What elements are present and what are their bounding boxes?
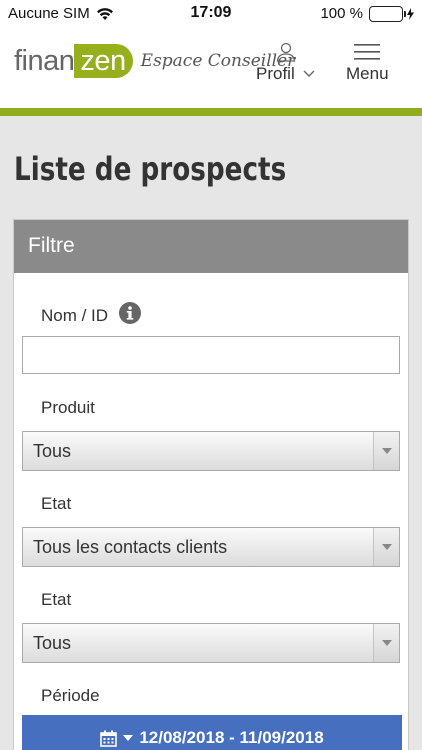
user-icon <box>276 42 295 62</box>
dropdown-arrow-icon <box>373 432 399 470</box>
logo-wordmark: finan zen <box>14 44 133 78</box>
filter-panel: Filtre Nom / ID Produit Tous Etat Tous l… <box>13 219 409 750</box>
dropdown-arrow-icon <box>373 624 399 662</box>
product-select[interactable]: Tous <box>22 431 400 471</box>
caret-down-icon <box>123 735 134 741</box>
state-label-1: Etat <box>41 494 72 513</box>
page-title: Liste de prospects <box>14 150 287 188</box>
menu-label: Menu <box>346 64 389 83</box>
finanzen-logo[interactable]: finan zen Espace Conseiller <box>14 44 295 78</box>
hamburger-icon <box>354 44 381 60</box>
state-select-2-value: Tous <box>33 633 72 653</box>
status-right: 100 % <box>320 5 414 22</box>
profile-menu-button[interactable]: Profil <box>256 42 315 84</box>
state-select-2[interactable]: Tous <box>22 623 400 663</box>
period-date-range-value: 12/08/2018 - 11/09/2018 <box>139 728 324 747</box>
dropdown-arrow-icon <box>373 528 399 566</box>
charging-bolt-icon <box>407 7 414 20</box>
product-select-value: Tous <box>33 441 72 461</box>
state-select-1[interactable]: Tous les contacts clients <box>22 527 400 567</box>
header-accent-bar <box>0 108 422 116</box>
state-select-1-value: Tous les contacts clients <box>33 537 228 557</box>
name-id-input[interactable] <box>22 336 400 374</box>
name-id-label-text: Nom / ID <box>41 306 109 325</box>
info-icon[interactable] <box>118 302 141 324</box>
battery-percent: 100 % <box>320 5 363 22</box>
state-label-2: Etat <box>41 590 72 609</box>
logo-finan: finan <box>14 44 75 77</box>
name-id-label: Nom / ID <box>41 302 141 326</box>
logo-zen: zen <box>74 44 133 78</box>
calendar-icon <box>100 730 118 747</box>
period-date-range-button[interactable]: 12/08/2018 - 11/09/2018 <box>22 715 402 750</box>
chevron-down-icon <box>303 70 315 77</box>
battery-icon <box>369 5 406 22</box>
filter-panel-header: Filtre <box>14 220 408 273</box>
status-bar: Aucune SIM 17:09 100 % <box>0 0 422 28</box>
period-label: Période <box>41 686 100 705</box>
menu-button[interactable]: Menu <box>346 42 389 84</box>
product-label: Produit <box>41 398 95 417</box>
app-header: finan zen Espace Conseiller Profil Menu <box>0 28 422 108</box>
profile-label: Profil <box>256 64 295 83</box>
